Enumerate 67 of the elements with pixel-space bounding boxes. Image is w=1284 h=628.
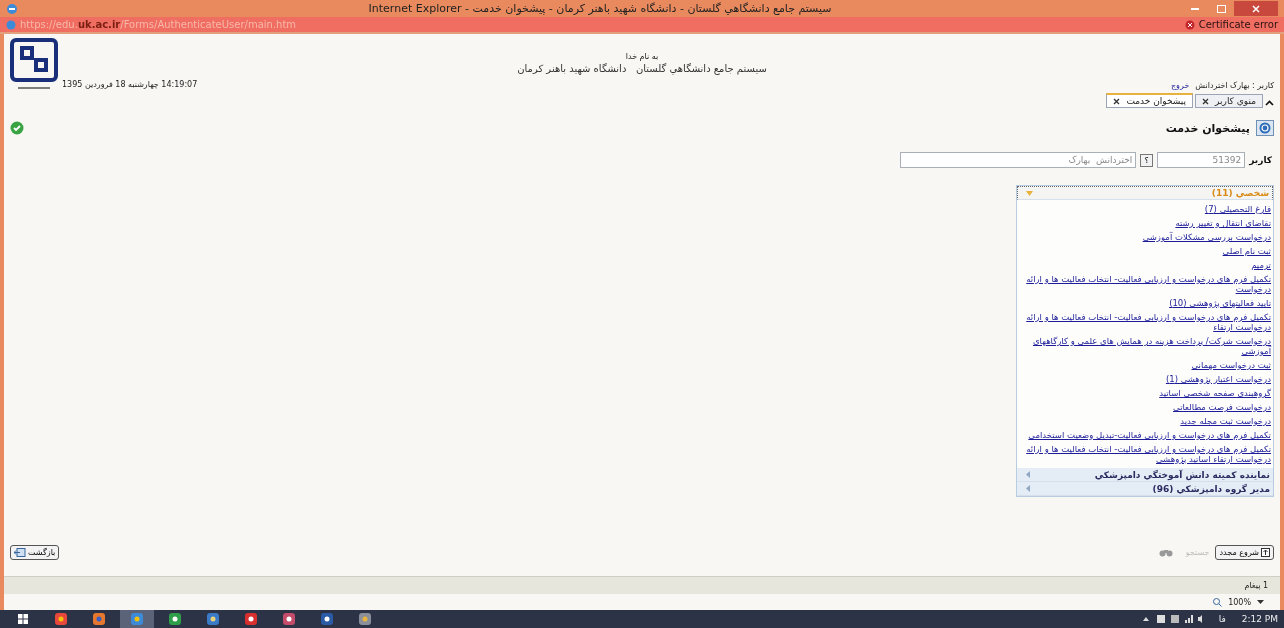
windows-icon (18, 614, 28, 624)
service-link[interactable]: درخواست فرصت مطالعاتی (1025, 402, 1271, 412)
page-title: پيشخوان خدمت (1165, 121, 1250, 135)
tab[interactable]: پيشخوان خدمت (1106, 93, 1194, 108)
page-icon (6, 19, 16, 30)
app-icon (321, 613, 333, 625)
tab[interactable]: منوي کاربر (1195, 94, 1263, 108)
close-tab-icon[interactable] (1113, 97, 1121, 105)
zoom-level[interactable]: 100% (1228, 597, 1251, 607)
check-icon (10, 121, 24, 135)
restart-button[interactable]: شروع مجدد (1215, 545, 1274, 560)
app-icon (169, 613, 181, 625)
service-link[interactable]: تکمیل فرم های درخواست و ارزیابی فعالیت-تبدیل وضعیت استخدامی (1025, 430, 1271, 440)
service-link[interactable]: ثبت نام اصلی (1025, 246, 1271, 256)
app-icon (55, 613, 67, 625)
close-icon (1252, 4, 1260, 13)
service-link[interactable]: فارغ التحصیلی (7) (1025, 204, 1271, 214)
service-link[interactable]: تقاضای انتقال و تغییر رشته (1025, 218, 1271, 228)
binoculars-icon[interactable] (1159, 548, 1174, 557)
zoom-icon (1213, 597, 1223, 607)
service-link[interactable]: درخواست شرکت/ پرداخت هزینه در همایش های علمی و کارگاههای آموزشی (1025, 336, 1271, 356)
app-icon (131, 613, 143, 625)
search-field[interactable]: جستجو (1177, 546, 1212, 559)
certificate-error[interactable]: Certificate error (1198, 19, 1278, 30)
dropdown-caret-icon[interactable] (1257, 599, 1264, 605)
service-link[interactable]: درخواست اعتبار پژوهشی (1) (1025, 374, 1271, 384)
user-label: کاربر : بهارک اختردانش (1195, 81, 1274, 90)
service-link[interactable]: گروهبندی صفحه شخصی اساتید (1025, 388, 1271, 398)
lookup-button[interactable]: ؟ (1140, 153, 1154, 167)
date-time: 14:19:07 چهارشنبه 18 فروردين 1395 (62, 80, 198, 89)
group-header[interactable]: نماينده کميته دانش آموختگي دامپزشکي (1017, 468, 1273, 482)
app-icon (93, 613, 105, 625)
app-icon (283, 613, 295, 625)
address-url[interactable]: https://edu.uk.ac.ir/Forms/AuthenticateUser/main.htm (20, 19, 1181, 30)
restart-icon (1261, 548, 1270, 557)
service-link[interactable]: تکمیل فرم های درخواست و ارزیابی فعالیت- انتخاب فعالیت ها و ارائه درخواست ارتقاء اساتید پژوهشی (1025, 444, 1271, 464)
help-icon (1259, 122, 1271, 134)
user-name-field[interactable]: اختردانش بهارک (900, 152, 1137, 168)
service-link[interactable]: درخواست ثبت مجله جدید (1025, 416, 1271, 426)
app-icon (359, 613, 371, 625)
app-icon (207, 613, 219, 625)
user-field-label: کاربر (1249, 155, 1272, 165)
back-button[interactable]: بازگشت (10, 545, 60, 560)
minimize-icon (1191, 7, 1199, 10)
error-icon (1184, 19, 1195, 30)
collapse-icon[interactable] (1265, 99, 1274, 108)
maximize-icon (1216, 4, 1226, 13)
clock-time[interactable]: 2:12 PM (1241, 614, 1278, 624)
tray-icons[interactable] (1142, 614, 1203, 624)
service-link[interactable]: تکمیل فرم های درخواست و ارزیابی فعالیت- انتخاب فعالیت ها و ارائه درخواست (1025, 274, 1271, 294)
system-title: سيستم جامع دانشگاهي گلستان دانشگاه شهيد باهنر کرمان (517, 63, 767, 74)
service-link[interactable]: ترمیم (1025, 260, 1271, 270)
service-link[interactable]: تکمیل فرم های درخواست و ارزیابی فعالیت- انتخاب فعالیت ها و ارائه درخواست ارتقاء (1025, 312, 1271, 332)
app-icon (245, 613, 257, 625)
service-link[interactable]: درخواست بررسی مشکلات آموزشی (1025, 232, 1271, 242)
invocation-text: به نام خدا (625, 52, 659, 61)
group-header[interactable]: مدير گروه دامپزشکي (96) (1017, 482, 1273, 496)
input-language[interactable]: فا (1218, 614, 1226, 624)
service-link[interactable]: تایید فعالیتهای پژوهشی (10) (1025, 298, 1271, 308)
caret-down-icon (1026, 189, 1033, 197)
window-title: سيستم جامع دانشگاهي گلستان - دانشگاه شهيد باهنر کرمان - پيشخوان خدمت - Internet Explorer (367, 2, 833, 15)
service-link[interactable]: ثبت درخواست مهمانی (1025, 360, 1271, 370)
message-count[interactable]: 1 پيغام (1244, 581, 1268, 590)
help-button[interactable] (1256, 120, 1274, 136)
logout-link[interactable]: خروج (1170, 81, 1190, 90)
close-tab-icon[interactable] (1202, 97, 1210, 105)
user-code-field[interactable]: 51392 (1157, 152, 1246, 168)
